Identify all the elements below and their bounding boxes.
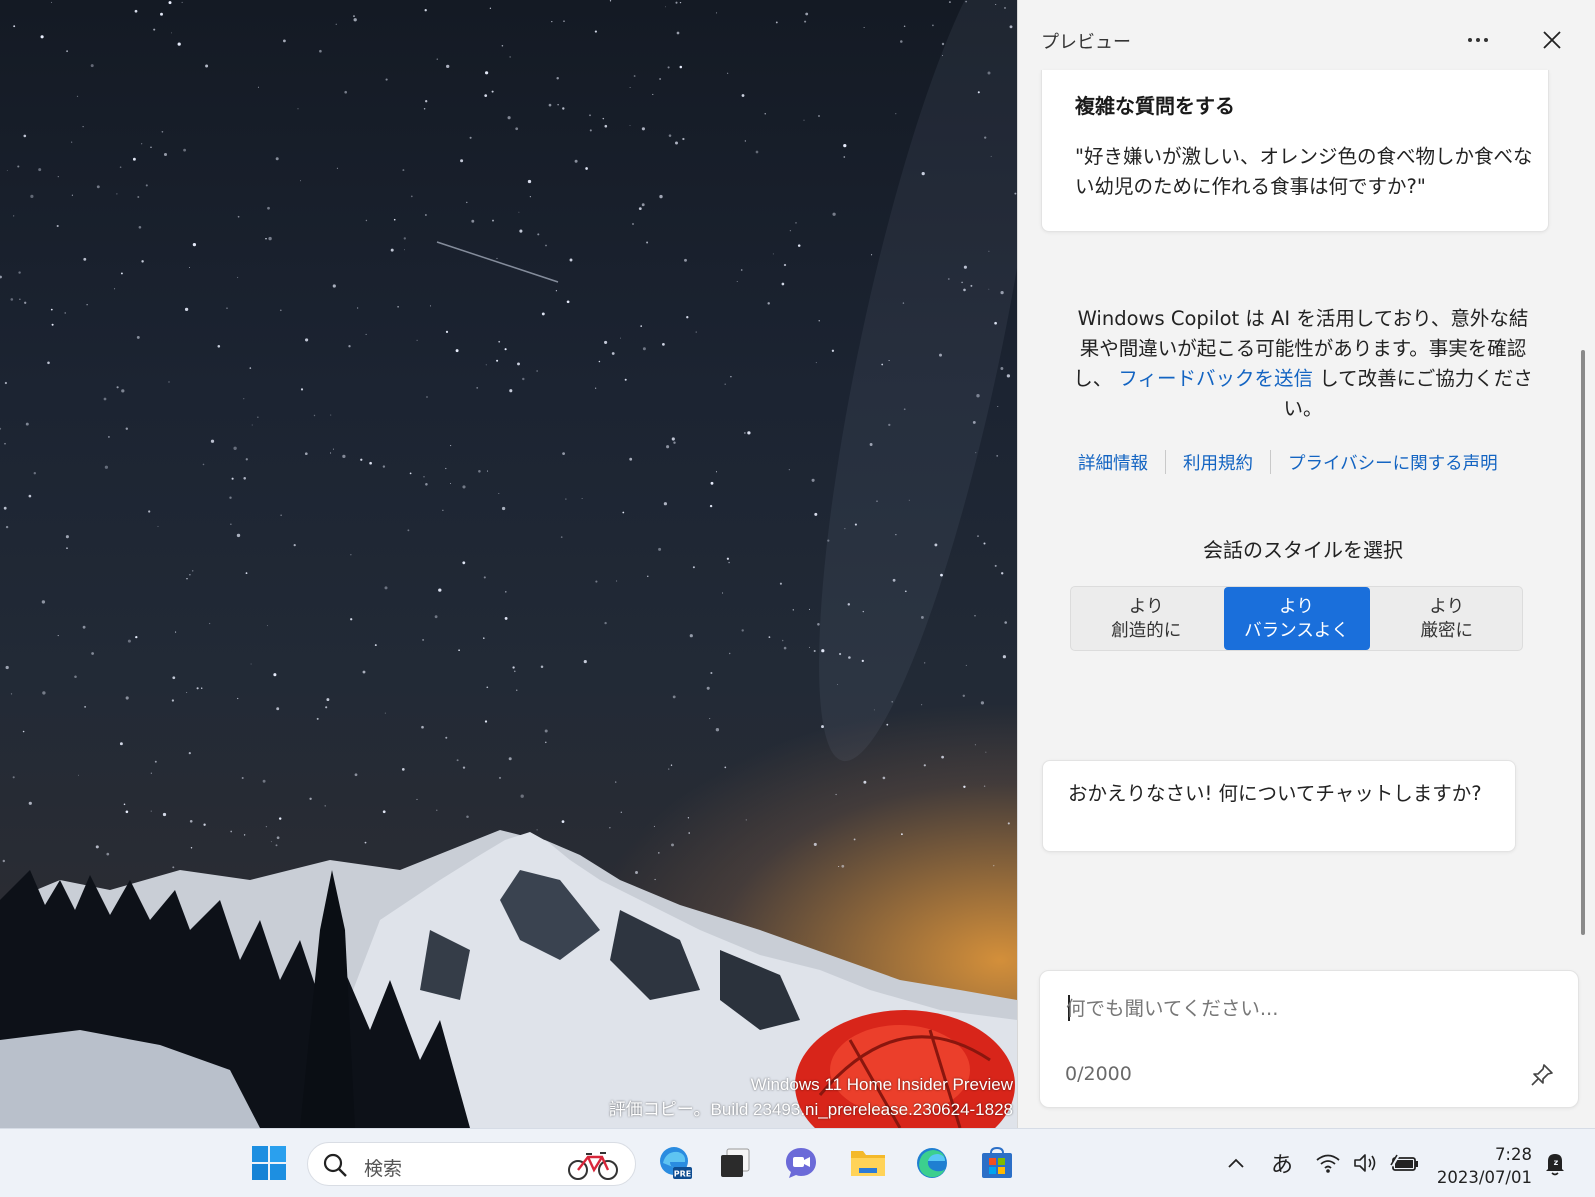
- suggestion-heading: 複雑な質問をする: [1075, 94, 1235, 118]
- style-label-line1: より: [1279, 596, 1314, 617]
- svg-text:PRE: PRE: [674, 1170, 692, 1179]
- character-count: 0/2000: [1065, 1063, 1132, 1085]
- volume-button[interactable]: [1352, 1147, 1378, 1179]
- style-label-line1: より: [1128, 596, 1164, 617]
- ai-disclaimer: Windows Copilot は AI を活用しており、意外な結果や間違いが起…: [1073, 304, 1533, 424]
- speaker-icon: [1354, 1154, 1376, 1172]
- task-view-icon: [721, 1148, 750, 1177]
- close-button[interactable]: [1532, 22, 1572, 58]
- legal-links: 詳細情報 利用規約 プライバシーに関する声明: [1078, 448, 1538, 476]
- start-icon: [252, 1146, 286, 1180]
- ime-indicator[interactable]: あ: [1268, 1147, 1296, 1179]
- edge-preview-icon: PRE: [660, 1147, 692, 1179]
- more-icon: [1468, 38, 1488, 42]
- style-balanced-button[interactable]: より バランスよく: [1223, 587, 1370, 650]
- more-options-button[interactable]: [1458, 22, 1498, 58]
- pin-icon: [1531, 1064, 1553, 1086]
- clock-time: 7:28: [1494, 1145, 1532, 1164]
- panel-title: プレビュー: [1041, 32, 1131, 53]
- close-icon: [1543, 31, 1561, 49]
- chat-input[interactable]: [1066, 991, 1546, 1025]
- teams-chat-icon: [786, 1148, 816, 1178]
- taskbar-edge[interactable]: [909, 1140, 955, 1186]
- panel-scrollbar[interactable]: [1581, 350, 1585, 935]
- disclaimer-text-end: して改善にご協力ください。: [1283, 367, 1533, 420]
- taskbar-app-edge-preview[interactable]: PRE: [651, 1140, 697, 1186]
- copilot-panel: プレビュー 複雑な質問をする "好き嫌いが激しい、オレンジ色の食べ物しか食べない…: [1017, 0, 1595, 1128]
- suggestion-card[interactable]: 複雑な質問をする "好き嫌いが激しい、オレンジ色の食べ物しか食べない幼児のために…: [1041, 70, 1549, 232]
- taskbar-store[interactable]: [974, 1140, 1020, 1186]
- taskbar-task-view[interactable]: [712, 1140, 758, 1186]
- battery-button[interactable]: [1389, 1147, 1419, 1179]
- bicycle-icon: [568, 1152, 618, 1180]
- greeting-message: おかえりなさい! 何についてチャットしますか?: [1042, 760, 1516, 852]
- watermark-line-2: 評価コピー。Build 23493.ni_prerelease.230624-1…: [608, 1100, 1013, 1119]
- style-label-line1: より: [1429, 596, 1465, 617]
- style-precise-button[interactable]: より 厳密に: [1372, 587, 1523, 650]
- desktop-wallpaper: Windows 11 Home Insider Preview 評価コピー。Bu…: [0, 0, 1017, 1128]
- watermark-line-1: Windows 11 Home Insider Preview: [750, 1075, 1013, 1094]
- file-explorer-icon: [851, 1151, 885, 1176]
- style-label-line2: 創造的に: [1111, 620, 1182, 641]
- chat-input-box: 0/2000: [1039, 970, 1579, 1108]
- style-label-line2: 厳密に: [1420, 620, 1474, 641]
- mountain-landscape: [0, 241, 1017, 1128]
- chevron-up-icon: [1228, 1158, 1244, 1168]
- style-label-line2: バランスよく: [1244, 620, 1349, 641]
- pin-button[interactable]: [1526, 1059, 1558, 1091]
- start-button[interactable]: [246, 1140, 292, 1186]
- svg-text:z: z: [1554, 1158, 1559, 1167]
- battery-icon: [1390, 1154, 1418, 1171]
- terms-link[interactable]: 利用規約: [1183, 450, 1253, 475]
- link-divider: [1270, 450, 1271, 474]
- taskbar-file-explorer[interactable]: [845, 1140, 891, 1186]
- search-label: 検索: [364, 1158, 403, 1180]
- taskbar-search[interactable]: 検索: [307, 1142, 636, 1186]
- suggestion-body: "好き嫌いが激しい、オレンジ色の食べ物しか食べない幼児のために作れる食事は何です…: [1075, 145, 1533, 198]
- notifications-button[interactable]: z: [1540, 1147, 1570, 1179]
- conversation-style-title: 会話のスタイルを選択: [1203, 538, 1403, 562]
- clock[interactable]: 7:28 2023/07/01: [1432, 1143, 1532, 1189]
- privacy-link[interactable]: プライバシーに関する声明: [1288, 450, 1498, 475]
- taskbar-teams-chat[interactable]: [778, 1140, 824, 1186]
- details-link[interactable]: 詳細情報: [1078, 450, 1148, 475]
- conversation-style-selector: より 創造的に より バランスよく より 厳密に: [1070, 586, 1523, 651]
- panel-header: プレビュー: [1018, 0, 1595, 78]
- taskbar: 検索 PRE あ 7:28 2023/07/01 z: [0, 1128, 1595, 1197]
- feedback-link[interactable]: フィードバックを送信: [1118, 367, 1313, 390]
- link-divider: [1165, 450, 1166, 474]
- wifi-icon: [1316, 1154, 1340, 1173]
- greeting-text: おかえりなさい! 何についてチャットしますか?: [1068, 782, 1482, 805]
- clock-date: 2023/07/01: [1436, 1168, 1532, 1187]
- edge-icon: [917, 1148, 947, 1178]
- store-icon: [982, 1146, 1012, 1178]
- windows-watermark: Windows 11 Home Insider Preview 評価コピー。Bu…: [609, 1072, 1013, 1122]
- network-button[interactable]: [1315, 1147, 1341, 1179]
- style-creative-button[interactable]: より 創造的に: [1071, 587, 1222, 650]
- show-hidden-icons-button[interactable]: [1224, 1147, 1248, 1179]
- search-icon: [323, 1153, 347, 1177]
- notification-bell-icon: z: [1546, 1154, 1564, 1176]
